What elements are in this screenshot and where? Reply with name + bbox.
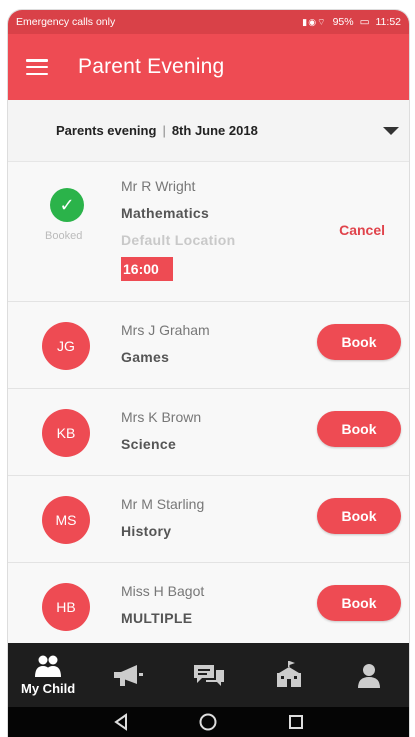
appointment-info: Mr R Wright Mathematics Default Location… bbox=[121, 178, 235, 281]
chevron-down-icon[interactable] bbox=[383, 127, 399, 135]
back-icon[interactable] bbox=[112, 713, 130, 731]
appointment-row: HB Miss H Bagot MULTIPLE Book bbox=[8, 563, 409, 650]
recents-icon[interactable] bbox=[287, 713, 305, 731]
nav-my-child[interactable]: My Child bbox=[8, 643, 88, 707]
subject-name: History bbox=[121, 523, 172, 539]
teacher-avatar: KB bbox=[42, 409, 90, 457]
school-icon bbox=[276, 661, 301, 687]
app-bar: Parent Evening bbox=[8, 34, 409, 100]
children-icon bbox=[35, 655, 62, 677]
appointment-row: MS Mr M Starling History Book bbox=[8, 476, 409, 563]
page-title: Parent Evening bbox=[78, 55, 225, 78]
appointment-row-booked: ✓ Booked Mr R Wright Mathematics Default… bbox=[8, 162, 409, 302]
book-button[interactable]: Book bbox=[317, 324, 401, 360]
appointment-time: 16:00 bbox=[121, 257, 173, 281]
teacher-avatar: HB bbox=[42, 583, 90, 631]
subject-name: Mathematics bbox=[121, 205, 210, 221]
appointment-row: KB Mrs K Brown Science Book bbox=[8, 389, 409, 476]
clock: 11:52 bbox=[375, 16, 402, 28]
teacher-name: Mrs K Brown bbox=[121, 409, 202, 425]
nav-messages[interactable] bbox=[168, 643, 248, 707]
home-icon[interactable] bbox=[198, 712, 218, 732]
event-name: Parents evening bbox=[56, 123, 157, 138]
teacher-name: Mr R Wright bbox=[121, 178, 196, 194]
teacher-name: Mrs J Graham bbox=[121, 322, 210, 338]
carrier-text: Emergency calls only bbox=[16, 16, 116, 28]
subject-name: Science bbox=[121, 436, 177, 452]
appointment-info: Mrs K Brown Science bbox=[121, 409, 201, 452]
event-date: 8th June 2018 bbox=[171, 123, 258, 138]
book-button[interactable]: Book bbox=[317, 585, 401, 621]
appointment-info: Mrs J Graham Games bbox=[121, 322, 210, 365]
event-separator: | bbox=[162, 123, 166, 138]
booked-label: Booked bbox=[45, 230, 83, 242]
signal-icon: ▮◉⌔ bbox=[302, 16, 327, 27]
system-navigation bbox=[8, 707, 409, 737]
person-icon bbox=[357, 664, 380, 688]
appointment-info: Mr M Starling History bbox=[121, 496, 204, 539]
appointment-row: JG Mrs J Graham Games Book bbox=[8, 302, 409, 389]
teacher-avatar: JG bbox=[42, 322, 90, 370]
chat-icon bbox=[193, 665, 224, 686]
battery-icon: ▭ bbox=[359, 16, 370, 28]
subject-name: Games bbox=[121, 349, 170, 365]
teacher-name: Mr M Starling bbox=[121, 496, 205, 512]
book-button[interactable]: Book bbox=[317, 411, 401, 447]
appointment-list: ✓ Booked Mr R Wright Mathematics Default… bbox=[8, 162, 409, 650]
nav-school[interactable] bbox=[249, 643, 329, 707]
nav-announcements[interactable] bbox=[88, 643, 168, 707]
check-icon: ✓ bbox=[50, 188, 84, 222]
teacher-avatar: MS bbox=[42, 496, 90, 544]
status-right: ▮◉⌔ 95% ▭ 11:52 bbox=[302, 16, 401, 28]
teacher-name: Miss H Bagot bbox=[121, 583, 205, 599]
status-bar: Emergency calls only ▮◉⌔ 95% ▭ 11:52 bbox=[8, 10, 409, 34]
book-button[interactable]: Book bbox=[317, 498, 401, 534]
bottom-navigation: My Child bbox=[8, 643, 409, 707]
phone-screen: Emergency calls only ▮◉⌔ 95% ▭ 11:52 Par… bbox=[8, 10, 409, 737]
appointment-info: Miss H Bagot MULTIPLE bbox=[121, 583, 204, 626]
hamburger-icon[interactable] bbox=[26, 59, 48, 75]
nav-profile[interactable] bbox=[329, 643, 409, 707]
megaphone-icon bbox=[114, 665, 144, 686]
event-selector[interactable]: Parents evening | 8th June 2018 bbox=[8, 100, 409, 162]
nav-my-child-label: My Child bbox=[21, 680, 76, 696]
subject-name: MULTIPLE bbox=[121, 610, 193, 626]
location-name: Default Location bbox=[121, 232, 236, 248]
cancel-button[interactable]: Cancel bbox=[339, 222, 385, 238]
battery-level: 95% bbox=[332, 16, 354, 28]
